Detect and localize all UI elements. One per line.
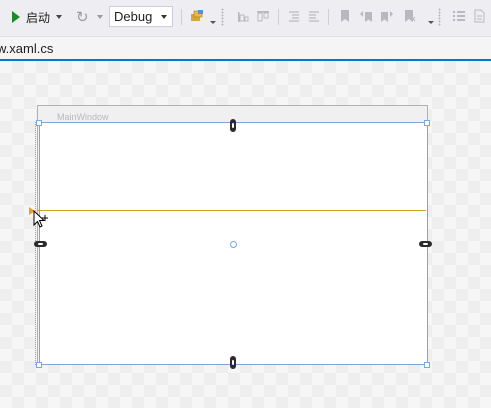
configuration-select[interactable]: Debug bbox=[109, 6, 173, 27]
find-dropdown-chevron-icon[interactable] bbox=[210, 21, 216, 24]
page-icon[interactable] bbox=[472, 9, 486, 23]
toolbar-separator bbox=[181, 9, 182, 25]
resize-handle-right[interactable] bbox=[419, 241, 432, 247]
clear-bookmarks-icon[interactable] bbox=[402, 9, 416, 23]
resize-handle-bottom[interactable] bbox=[230, 356, 236, 369]
prev-bookmark-icon[interactable] bbox=[359, 9, 373, 23]
start-button[interactable]: 启动 bbox=[12, 7, 63, 27]
start-button-label: 启动 bbox=[26, 10, 51, 25]
toolbar-separator bbox=[278, 9, 279, 25]
grid-row-divider[interactable] bbox=[37, 210, 426, 211]
align-top-icon[interactable] bbox=[256, 9, 270, 23]
resize-corner-top-right[interactable] bbox=[424, 120, 430, 126]
toolbar-grip[interactable] bbox=[221, 8, 224, 26]
toolbar-grip[interactable] bbox=[438, 8, 441, 26]
center-anchor-icon[interactable] bbox=[230, 241, 237, 248]
find-in-files-icon[interactable] bbox=[190, 9, 204, 23]
bookmark-dropdown-chevron-icon[interactable] bbox=[428, 21, 434, 24]
document-tab-title[interactable]: w.xaml.cs bbox=[0, 41, 53, 56]
resize-corner-bottom-right[interactable] bbox=[424, 362, 430, 368]
window-title-text: MainWindow bbox=[57, 112, 109, 122]
document-tab-strip: w.xaml.cs bbox=[0, 37, 491, 59]
resize-corner-top-left[interactable] bbox=[36, 120, 42, 126]
list-icon[interactable] bbox=[452, 9, 466, 23]
configuration-chevron-icon bbox=[161, 14, 167, 19]
configuration-value: Debug bbox=[114, 9, 153, 24]
resize-corner-bottom-left[interactable] bbox=[36, 362, 42, 368]
refresh-dropdown-chevron-icon[interactable] bbox=[96, 15, 103, 19]
start-dropdown-chevron-icon[interactable] bbox=[56, 15, 63, 19]
refresh-button[interactable]: ↻ bbox=[76, 7, 103, 27]
resize-handle-top[interactable] bbox=[230, 119, 236, 132]
main-toolbar: 启动 ↻ Debug bbox=[0, 0, 491, 37]
resize-handle-left[interactable] bbox=[34, 241, 47, 247]
play-icon bbox=[12, 11, 20, 23]
outdent-icon[interactable] bbox=[307, 9, 321, 23]
align-left-icon[interactable] bbox=[236, 9, 250, 23]
indent-icon[interactable] bbox=[287, 9, 301, 23]
refresh-icon: ↻ bbox=[76, 9, 89, 26]
next-bookmark-icon[interactable] bbox=[380, 9, 394, 23]
mouse-cursor-icon bbox=[33, 209, 49, 233]
bookmark-icon[interactable] bbox=[338, 9, 352, 23]
toolbar-separator bbox=[328, 9, 329, 25]
